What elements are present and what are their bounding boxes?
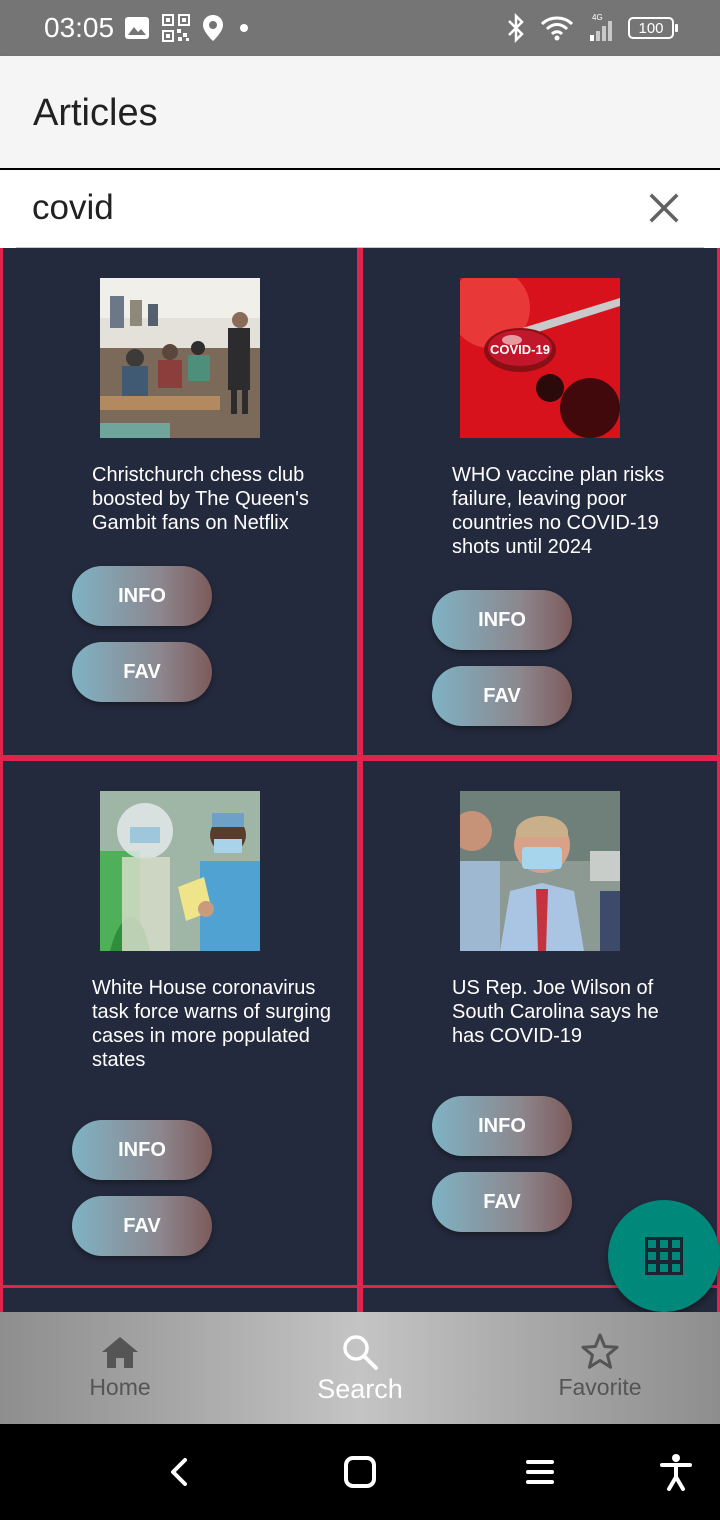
status-bar: 03:05 4G 100 bbox=[0, 0, 720, 56]
nav-item-favorite[interactable]: Favorite bbox=[480, 1312, 720, 1424]
qr-code-icon bbox=[162, 14, 190, 42]
recents-menu-icon bbox=[526, 1460, 554, 1484]
info-button[interactable]: INFO bbox=[432, 1096, 572, 1156]
nav-label-favorite: Favorite bbox=[558, 1374, 642, 1400]
network-type-label: 4G bbox=[592, 13, 603, 22]
article-card: COVID-19 WHO vaccine plan risks failure,… bbox=[360, 248, 720, 758]
article-card: Christchurch chess club boosted by The Q… bbox=[0, 248, 360, 758]
nav-label-search: Search bbox=[317, 1374, 403, 1404]
accessibility-icon bbox=[660, 1454, 692, 1491]
location-pin-icon bbox=[203, 15, 223, 41]
info-button[interactable]: INFO bbox=[432, 590, 572, 650]
accessibility-button[interactable] bbox=[654, 1450, 698, 1494]
fav-button[interactable]: FAV bbox=[72, 642, 212, 702]
article-card: White House coronavirus task force warns… bbox=[0, 758, 360, 1288]
article-thumbnail[interactable] bbox=[460, 791, 620, 951]
image-icon bbox=[125, 17, 149, 39]
info-button[interactable]: INFO bbox=[72, 566, 212, 626]
status-system-icons: 4G 100 bbox=[506, 10, 678, 46]
bottom-navigation: Home Search Favorite bbox=[0, 1312, 720, 1424]
home-icon bbox=[102, 1337, 138, 1368]
article-thumbnail[interactable] bbox=[100, 791, 260, 951]
grid-view-icon bbox=[645, 1237, 683, 1275]
grid-view-fab[interactable] bbox=[608, 1200, 720, 1312]
fav-button[interactable]: FAV bbox=[432, 666, 572, 726]
back-button[interactable] bbox=[158, 1450, 202, 1494]
nav-item-home[interactable]: Home bbox=[0, 1312, 240, 1424]
search-input[interactable] bbox=[32, 186, 632, 230]
fav-button[interactable]: FAV bbox=[72, 1196, 212, 1256]
star-icon bbox=[581, 1333, 619, 1369]
status-notification-icons bbox=[124, 12, 252, 44]
app-bar: Articles bbox=[0, 56, 720, 168]
back-icon bbox=[171, 1458, 187, 1486]
fav-button[interactable]: FAV bbox=[432, 1172, 572, 1232]
home-system-button[interactable] bbox=[338, 1450, 382, 1494]
notification-dot-icon bbox=[240, 24, 248, 32]
square-home-icon bbox=[344, 1456, 376, 1488]
status-time: 03:05 bbox=[44, 12, 115, 43]
search-bar bbox=[0, 170, 720, 248]
system-navigation-bar bbox=[0, 1424, 720, 1520]
nav-item-search[interactable]: Search bbox=[240, 1312, 480, 1424]
battery-level: 100 bbox=[638, 19, 664, 37]
nav-label-home: Home bbox=[89, 1374, 151, 1400]
article-title: WHO vaccine plan risks failure, leaving … bbox=[452, 464, 665, 558]
close-icon bbox=[649, 193, 679, 223]
article-title: Christchurch chess club boosted by The Q… bbox=[92, 464, 309, 534]
articles-grid: Christchurch chess club boosted by The Q… bbox=[0, 248, 720, 1312]
page-title: Articles bbox=[33, 92, 158, 134]
article-title: White House coronavirus task force warns… bbox=[92, 977, 331, 1071]
article-thumbnail[interactable]: COVID-19 bbox=[460, 278, 620, 438]
article-thumbnail[interactable] bbox=[100, 278, 260, 438]
info-button[interactable]: INFO bbox=[72, 1120, 212, 1180]
bluetooth-icon bbox=[508, 13, 524, 43]
thumbnail-caption: COVID-19 bbox=[490, 342, 550, 357]
battery-icon: 100 bbox=[628, 17, 678, 39]
article-title: US Rep. Joe Wilson of South Carolina say… bbox=[452, 977, 659, 1047]
cellular-signal-icon: 4G bbox=[590, 13, 612, 41]
article-card-partial bbox=[0, 1285, 360, 1312]
clear-search-button[interactable] bbox=[644, 188, 684, 228]
recents-button[interactable] bbox=[518, 1450, 562, 1494]
wifi-icon bbox=[540, 16, 574, 41]
search-icon bbox=[343, 1335, 378, 1370]
